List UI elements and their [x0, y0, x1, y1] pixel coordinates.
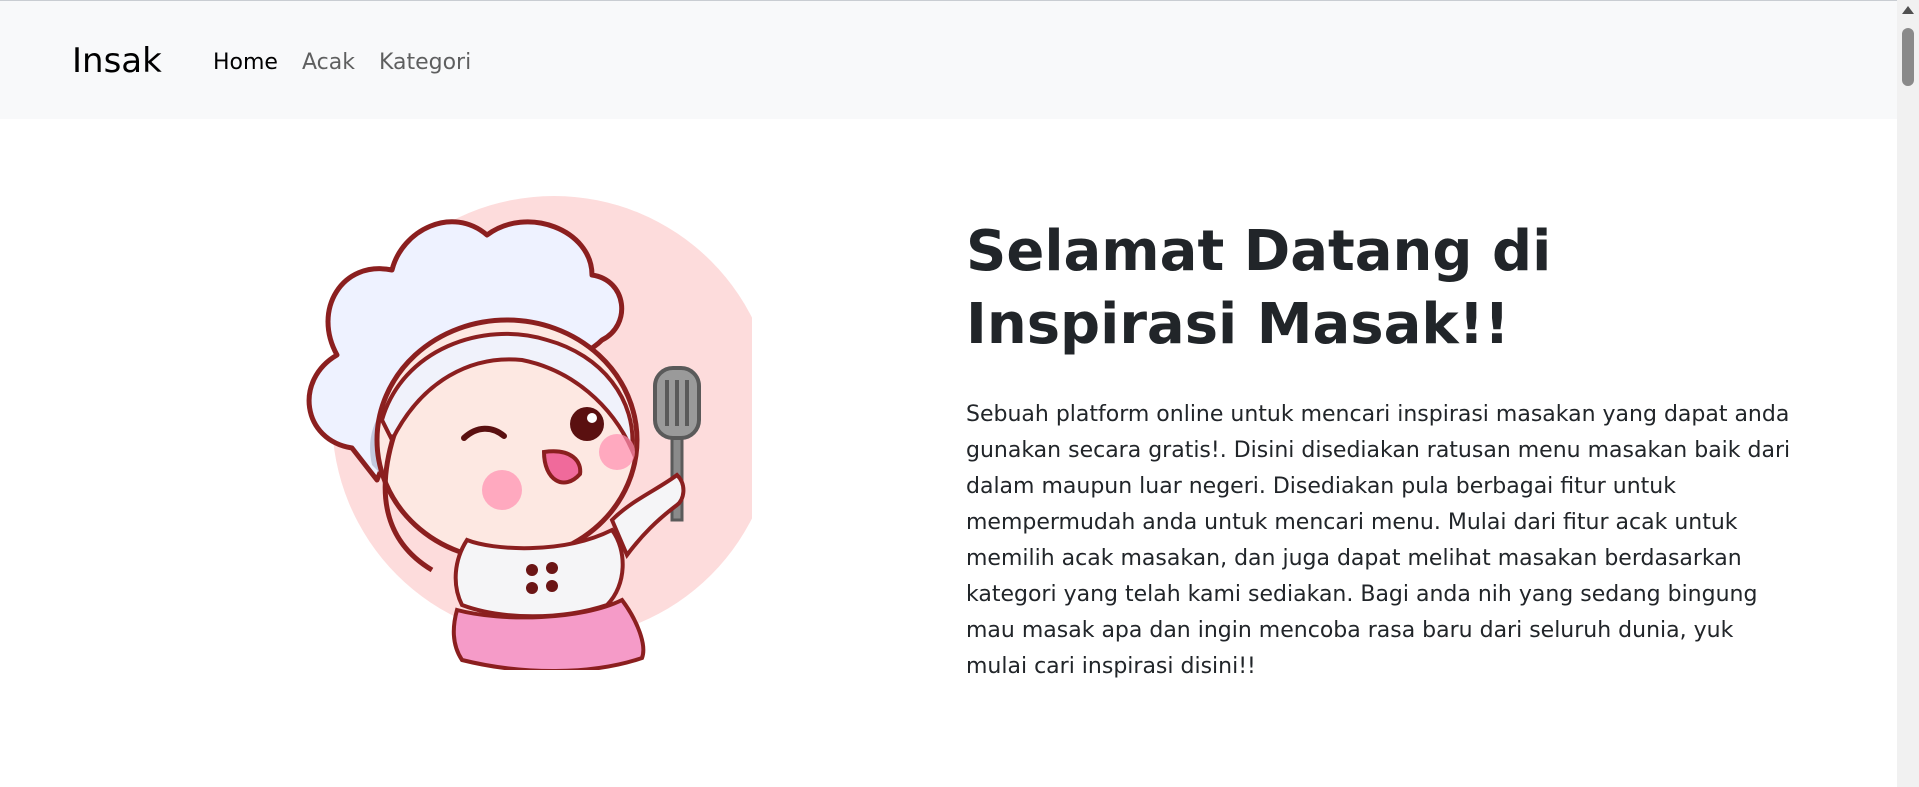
hero-title: Selamat Datang di Inspirasi Masak!!: [966, 219, 1552, 357]
chef-girl-illustration: [306, 196, 752, 670]
page: Insak Home Acak Kategori Selamat Datang …: [0, 0, 1897, 787]
scrollbar-thumb[interactable]: [1902, 28, 1914, 86]
right-cheek: [599, 434, 635, 470]
navbar-brand[interactable]: Insak: [72, 41, 162, 81]
navbar: Insak Home Acak Kategori: [0, 1, 1897, 119]
hero-text: Selamat Datang di Inspirasi Masak!! Sebu…: [966, 215, 1796, 685]
nav-links: Home Acak Kategori: [213, 50, 495, 75]
nav-link-home[interactable]: Home: [213, 50, 278, 75]
scroll-up-arrow-icon[interactable]: [1902, 6, 1914, 14]
browser-viewport: Insak Home Acak Kategori Selamat Datang …: [0, 0, 1919, 787]
hero-description: Sebuah platform online untuk mencari ins…: [966, 402, 1791, 679]
left-cheek: [482, 470, 522, 510]
open-eye: [570, 407, 604, 441]
nav-link-acak[interactable]: Acak: [302, 50, 355, 75]
vertical-scrollbar[interactable]: [1897, 0, 1919, 787]
nav-link-kategori[interactable]: Kategori: [379, 50, 471, 75]
